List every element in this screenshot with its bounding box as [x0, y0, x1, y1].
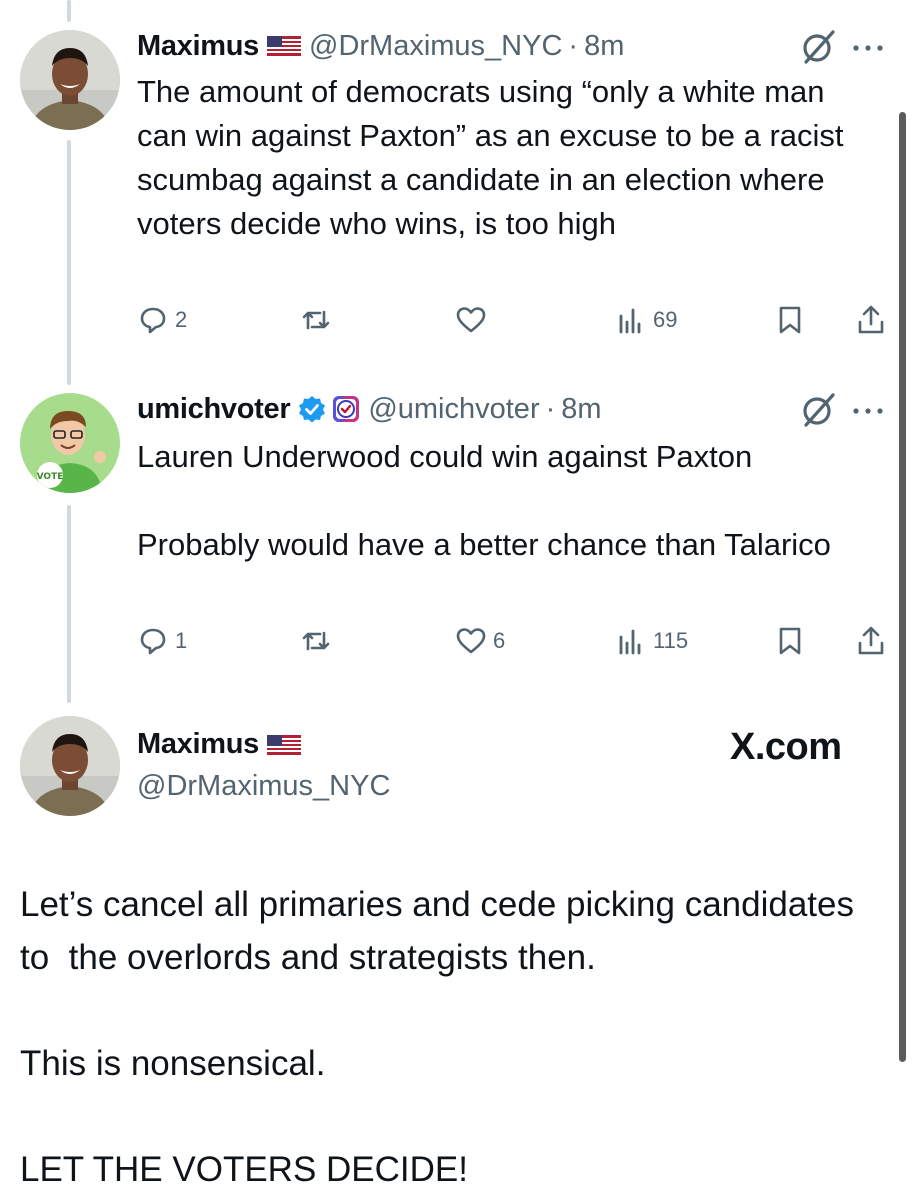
like-count: 6 [493, 628, 506, 653]
author-name[interactable]: Maximus [137, 728, 259, 761]
scrollbar[interactable] [899, 112, 906, 1062]
post-author: Maximus [137, 728, 301, 761]
like-icon [456, 307, 486, 333]
tweet-header: umichvoter @umichvoter · 8m [137, 389, 602, 429]
action-bar: 2 69 [137, 304, 897, 344]
verified-icon [298, 395, 326, 423]
reply-button[interactable]: 2 [137, 304, 187, 336]
grok-icon[interactable] [800, 28, 838, 66]
affiliate-badge-icon [332, 395, 360, 423]
share-button[interactable] [855, 304, 887, 336]
like-icon [456, 628, 486, 654]
reply-count: 2 [175, 307, 188, 332]
separator-dot: · [545, 392, 556, 425]
tweet-text: Lauren Underwood could win against Paxto… [137, 439, 831, 562]
thread-line-2 [67, 505, 71, 703]
timestamp[interactable]: 8m [584, 30, 624, 63]
avatar[interactable]: VOTE [20, 393, 120, 493]
views-button[interactable]: 115 [615, 625, 688, 657]
reply-button[interactable]: 1 [137, 625, 187, 657]
more-icon[interactable] [848, 38, 888, 58]
thread-line-1 [67, 140, 71, 385]
bookmark-button[interactable] [774, 625, 806, 657]
avatar[interactable] [20, 716, 120, 816]
flag-icon [267, 36, 301, 56]
share-button[interactable] [855, 625, 887, 657]
views-icon [619, 308, 641, 334]
thread-line-top [67, 0, 71, 22]
repost-button[interactable] [300, 304, 338, 336]
tweet-text: The amount of democrats using “only a wh… [137, 74, 853, 241]
author-handle[interactable]: @umichvoter [368, 393, 539, 426]
views-count: 115 [653, 628, 689, 653]
repost-icon [302, 631, 330, 651]
share-icon [858, 626, 884, 655]
bookmark-icon [779, 306, 801, 334]
reply-icon [140, 307, 166, 334]
repost-icon [302, 310, 330, 330]
views-icon [619, 629, 641, 655]
reply-count: 1 [175, 628, 188, 653]
tweet-header: Maximus @DrMaximus_NYC · 8m [137, 26, 624, 66]
avatar[interactable] [20, 30, 120, 130]
bookmark-icon [779, 627, 801, 655]
vote-badge-text: VOTE [37, 472, 64, 482]
author-handle[interactable]: @DrMaximus_NYC [309, 30, 562, 63]
timestamp[interactable]: 8m [561, 393, 601, 426]
post-text: Let’s cancel all primaries and cede pick… [20, 885, 855, 1189]
like-button[interactable] [455, 304, 493, 336]
author-name[interactable]: Maximus [137, 30, 259, 63]
source-label: X.com [730, 726, 842, 768]
action-bar: 1 6 115 [137, 625, 897, 665]
views-button[interactable]: 69 [615, 304, 677, 336]
author-name[interactable]: umichvoter [137, 393, 291, 426]
share-icon [858, 305, 884, 334]
repost-button[interactable] [300, 625, 338, 657]
bookmark-button[interactable] [774, 304, 806, 336]
grok-icon[interactable] [800, 391, 838, 429]
reply-icon [140, 628, 166, 655]
like-button[interactable]: 6 [455, 625, 505, 657]
separator-dot: · [568, 29, 579, 62]
more-icon[interactable] [848, 401, 888, 421]
author-handle[interactable]: @DrMaximus_NYC [137, 770, 390, 803]
views-count: 69 [653, 307, 678, 332]
flag-icon [267, 734, 301, 755]
